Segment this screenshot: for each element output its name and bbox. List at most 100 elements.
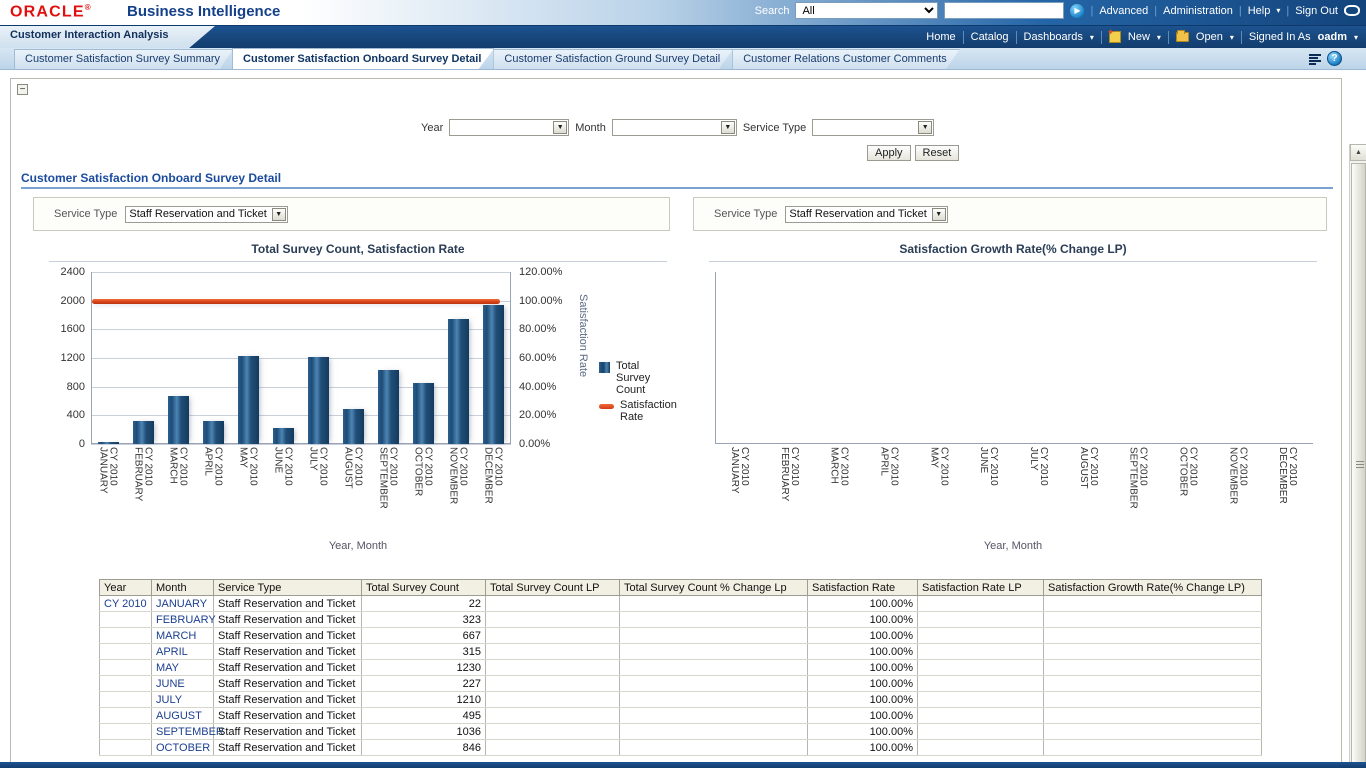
y2-axis-tick: 60.00% [519, 352, 556, 364]
search-input[interactable] [944, 2, 1064, 19]
x-axis-tick: CY 2010 JULY [1028, 447, 1048, 486]
open-menu[interactable]: Open [1196, 31, 1223, 43]
legend-item[interactable]: Satisfaction Rate [599, 399, 678, 423]
bar[interactable] [308, 357, 329, 444]
table-column-header[interactable]: Total Survey Count [362, 580, 486, 596]
tab-customer-comments[interactable]: Customer Relations Customer Comments [732, 49, 960, 69]
bar[interactable] [448, 319, 469, 444]
table-cell: 1230 [362, 660, 486, 676]
table-row: SEPTEMBERStaff Reservation and Ticket103… [100, 724, 1262, 740]
month-select[interactable]: ▼ [612, 119, 737, 136]
dashboards-menu[interactable]: Dashboards [1024, 31, 1083, 43]
x-axis-tick: CY 2010 FEBRUARY [779, 447, 799, 501]
advanced-link[interactable]: Advanced [1099, 5, 1148, 17]
bar[interactable] [413, 383, 434, 444]
chevron-down-icon[interactable]: ▼ [918, 121, 932, 134]
y-axis-tick: 1600 [61, 323, 85, 335]
tab-survey-summary[interactable]: Customer Satisfaction Survey Summary [14, 49, 233, 69]
help-icon[interactable]: ? [1327, 51, 1342, 66]
table-cell [100, 660, 152, 676]
header-divider: | [1286, 5, 1289, 17]
oracle-wordmark: ORACLE [10, 3, 85, 20]
chevron-down-icon[interactable]: ▾ [1157, 33, 1161, 42]
table-cell [1044, 692, 1262, 708]
x-axis-tick: CY 2010 JANUARY [98, 447, 118, 494]
bar[interactable] [273, 428, 294, 444]
catalog-link[interactable]: Catalog [971, 31, 1009, 43]
table-row: MARCHStaff Reservation and Ticket667100.… [100, 628, 1262, 644]
chart-title: Satisfaction Growth Rate(% Change LP) [693, 239, 1333, 256]
scrollbar-thumb[interactable] [1351, 163, 1366, 763]
help-menu-link[interactable]: Help [1248, 5, 1271, 17]
bar[interactable] [168, 396, 189, 444]
tab-ground-survey-detail[interactable]: Customer Satisfaction Ground Survey Deta… [493, 49, 733, 69]
x-axis-label: Year, Month [33, 540, 683, 552]
bar[interactable] [203, 421, 224, 444]
apply-button[interactable]: Apply [867, 145, 911, 161]
bar[interactable] [483, 305, 504, 444]
page-options-icon[interactable] [1309, 53, 1323, 65]
administration-link[interactable]: Administration [1163, 5, 1233, 17]
bar[interactable] [378, 370, 399, 444]
table-cell: 315 [362, 644, 486, 660]
bar[interactable] [238, 356, 259, 444]
table-column-header[interactable]: Satisfaction Growth Rate(% Change LP) [1044, 580, 1262, 596]
table-cell [486, 612, 620, 628]
reset-button[interactable]: Reset [915, 145, 960, 161]
table-column-header[interactable]: Satisfaction Rate [808, 580, 918, 596]
table-cell [100, 628, 152, 644]
table-cell: Staff Reservation and Ticket [214, 692, 362, 708]
chevron-down-icon[interactable]: ▾ [1354, 33, 1358, 42]
table-cell: 100.00% [808, 644, 918, 660]
scroll-up-button[interactable]: ▲ [1350, 144, 1366, 161]
table-cell: 100.00% [808, 612, 918, 628]
table-cell [486, 660, 620, 676]
chart-plot-area: Year, Month 04008001200160020002400CY 20… [33, 262, 683, 552]
vertical-scrollbar[interactable]: ▲ ▼ [1349, 144, 1366, 768]
chevron-down-icon[interactable]: ▼ [272, 208, 286, 221]
chevron-down-icon[interactable]: ▾ [1090, 33, 1094, 42]
collapse-prompt-icon[interactable]: − [17, 84, 28, 95]
chevron-down-icon[interactable]: ▼ [553, 121, 567, 134]
table-column-header[interactable]: Total Survey Count LP [486, 580, 620, 596]
bar[interactable] [98, 442, 119, 444]
home-link[interactable]: Home [926, 31, 955, 43]
signed-in-user[interactable]: oadm [1318, 31, 1347, 43]
global-header-right: Search All ▶ | Advanced | Administration… [755, 2, 1360, 19]
new-menu[interactable]: New [1128, 31, 1150, 43]
search-scope-select[interactable]: All [795, 2, 938, 19]
table-cell: CY 2010 [100, 596, 152, 612]
satisfaction-rate-line[interactable] [92, 299, 500, 304]
table-column-header[interactable]: Service Type [214, 580, 362, 596]
x-axis-tick: CY 2010 APRIL [878, 447, 898, 486]
section-divider [21, 187, 1333, 189]
chevron-down-icon[interactable]: ▼ [721, 121, 735, 134]
table-column-header[interactable]: Satisfaction Rate LP [918, 580, 1044, 596]
table-cell [100, 740, 152, 756]
nav-divider [1168, 31, 1169, 44]
product-title: Business Intelligence [127, 3, 280, 20]
legend-item[interactable]: Total Survey Count [599, 360, 678, 396]
table-cell [918, 724, 1044, 740]
table-column-header[interactable]: Year [100, 580, 152, 596]
chevron-down-icon[interactable]: ▾ [1230, 33, 1234, 42]
table-cell: 227 [362, 676, 486, 692]
service-type-dropdown-right[interactable]: Staff Reservation and Ticket ▼ [785, 206, 947, 223]
search-go-icon[interactable]: ▶ [1070, 4, 1084, 18]
dashboard-page-frame: − Year ▼ Month ▼ Service Type ▼ Apply Re… [10, 78, 1342, 768]
table-cell [100, 676, 152, 692]
nav-links: Home Catalog Dashboards▾ New▾ Open▾ Sign… [926, 26, 1358, 48]
dashboard-name-tab[interactable]: Customer Interaction Analysis [0, 26, 215, 48]
chevron-down-icon[interactable]: ▾ [1276, 6, 1280, 15]
bar[interactable] [343, 409, 364, 444]
tab-onboard-survey-detail[interactable]: Customer Satisfaction Onboard Survey Det… [232, 48, 494, 69]
service-type-value: Staff Reservation and Ticket [789, 208, 926, 220]
chevron-down-icon[interactable]: ▼ [932, 208, 946, 221]
service-type-select[interactable]: ▼ [812, 119, 934, 136]
year-select[interactable]: ▼ [449, 119, 569, 136]
bar[interactable] [133, 421, 154, 444]
table-column-header[interactable]: Total Survey Count % Change Lp [620, 580, 808, 596]
table-column-header[interactable]: Month [152, 580, 214, 596]
service-type-dropdown-left[interactable]: Staff Reservation and Ticket ▼ [125, 206, 287, 223]
sign-out-link[interactable]: Sign Out [1295, 5, 1338, 17]
